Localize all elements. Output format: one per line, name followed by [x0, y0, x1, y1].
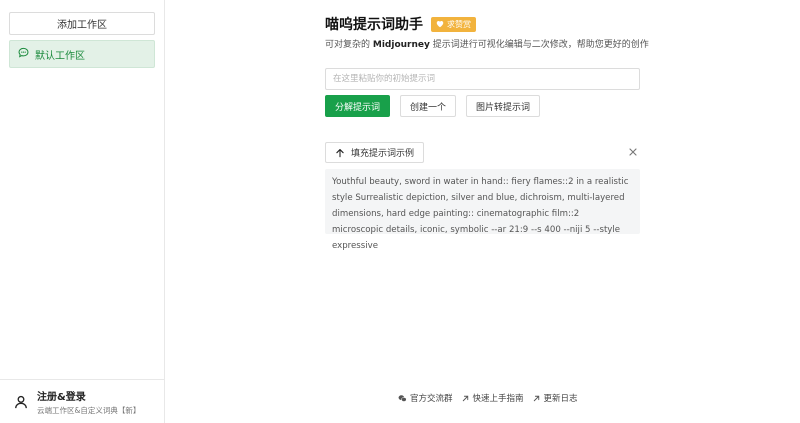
image-to-prompt-button[interactable]: 图片转提示词 — [466, 95, 541, 117]
external-link-icon — [533, 395, 539, 401]
user-icon — [14, 395, 28, 409]
login-text: 注册&登录 云端工作区&自定义词典【新】 — [37, 388, 140, 416]
fill-example-label: 填充提示词示例 — [351, 149, 415, 159]
login-panel[interactable]: 注册&登录 云端工作区&自定义词典【新】 — [0, 379, 165, 423]
subtitle-suffix: 提示词进行可视化编辑与二次修改，帮助您更好的创作 — [432, 40, 649, 50]
workspace-item-default[interactable]: 默认工作区 — [9, 40, 155, 68]
arrow-up-icon — [336, 148, 344, 157]
footer-link-guide[interactable]: 快速上手指南 — [461, 392, 524, 404]
page-subtitle: 可对复杂的 Midjourney 提示词进行可视化编辑与二次修改，帮助您更好的创… — [325, 37, 649, 50]
chat-bubble-icon — [18, 47, 29, 61]
footer-link-label: 更新日志 — [543, 394, 578, 404]
heart-icon — [436, 21, 444, 28]
header: 喵呜提示词助手 求赞赏 — [325, 14, 476, 34]
footer-links: 官方交流群 快速上手指南 更新日志 — [398, 392, 578, 404]
footer-link-label: 快速上手指南 — [472, 394, 524, 404]
close-icon[interactable] — [627, 146, 639, 158]
example-prompt-text: Youthful beauty, sword in water in hand:… — [325, 169, 640, 251]
subtitle-brand: Midjourney — [372, 40, 430, 50]
app-root: 添加工作区 默认工作区 注册&登录 云端工作区&自定义词典【新】 喵呜提示词助手… — [0, 0, 800, 423]
footer-link-label: 官方交流群 — [410, 394, 453, 404]
sponsor-label: 求赞赏 — [447, 19, 471, 29]
wechat-icon — [398, 394, 407, 402]
create-button[interactable]: 创建一个 — [400, 95, 457, 117]
main-panel: 喵呜提示词助手 求赞赏 可对复杂的 Midjourney 提示词进行可视化编辑与… — [165, 0, 800, 423]
login-subtitle: 云端工作区&自定义词典【新】 — [37, 405, 141, 415]
workspace-label: 默认工作区 — [35, 50, 85, 62]
footer-link-community[interactable]: 官方交流群 — [398, 392, 453, 404]
action-buttons: 分解提示词 创建一个 图片转提示词 — [325, 95, 541, 117]
subtitle-prefix: 可对复杂的 — [325, 40, 371, 50]
parse-prompt-button[interactable]: 分解提示词 — [325, 95, 391, 117]
footer-link-changelog[interactable]: 更新日志 — [532, 392, 578, 404]
sidebar: 添加工作区 默认工作区 注册&登录 云端工作区&自定义词典【新】 — [0, 0, 165, 423]
sponsor-badge[interactable]: 求赞赏 — [431, 16, 476, 32]
page-title: 喵呜提示词助手 — [325, 17, 423, 33]
login-title: 注册&登录 — [37, 391, 86, 403]
external-link-icon — [462, 395, 468, 401]
prompt-input[interactable] — [325, 68, 640, 90]
fill-example-button[interactable]: 填充提示词示例 — [325, 142, 425, 163]
add-workspace-button[interactable]: 添加工作区 — [9, 12, 155, 35]
